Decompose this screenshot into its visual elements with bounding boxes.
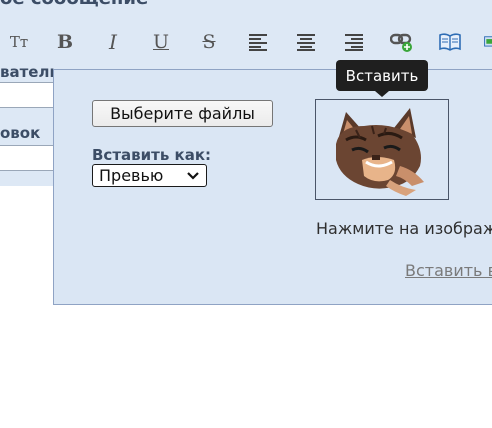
subject-input[interactable] [0, 145, 60, 171]
image-icon [484, 36, 492, 47]
cat-avatar-image [336, 108, 424, 196]
align-center-button[interactable] [295, 28, 317, 56]
font-size-button[interactable]: Tт [6, 28, 32, 56]
insert-into-message-link[interactable]: Вставить в [405, 261, 492, 280]
insert-as-label: Вставить как: [92, 146, 212, 164]
author-label: ватель [0, 63, 59, 81]
book-icon [439, 33, 461, 51]
choose-files-button[interactable]: Выберите файлы [92, 100, 273, 127]
uploaded-image-thumbnail[interactable] [315, 99, 449, 200]
chevron-down-icon [187, 172, 199, 180]
page-title: ое сообщение [0, 0, 148, 9]
underline-button[interactable]: U [150, 28, 172, 56]
align-right-icon [345, 34, 363, 51]
align-left-button[interactable] [247, 28, 269, 56]
insert-link-button[interactable] [389, 28, 415, 56]
author-input[interactable] [0, 82, 60, 108]
insert-as-select[interactable]: Превью [92, 164, 207, 187]
insert-as-value: Превью [99, 166, 164, 185]
bold-button[interactable]: B [54, 28, 76, 56]
link-add-icon [390, 33, 412, 52]
insert-image-button[interactable] [484, 28, 492, 56]
italic-button[interactable]: I [102, 28, 124, 56]
insert-tooltip: Вставить [336, 60, 428, 97]
strikethrough-button[interactable]: S [198, 28, 220, 56]
insert-quote-button[interactable] [437, 28, 463, 56]
align-right-button[interactable] [343, 28, 365, 56]
align-center-icon [297, 34, 315, 51]
align-left-icon [249, 34, 267, 51]
click-image-hint: Нажмите на изображ [316, 219, 492, 238]
subject-label: овок [0, 124, 41, 142]
